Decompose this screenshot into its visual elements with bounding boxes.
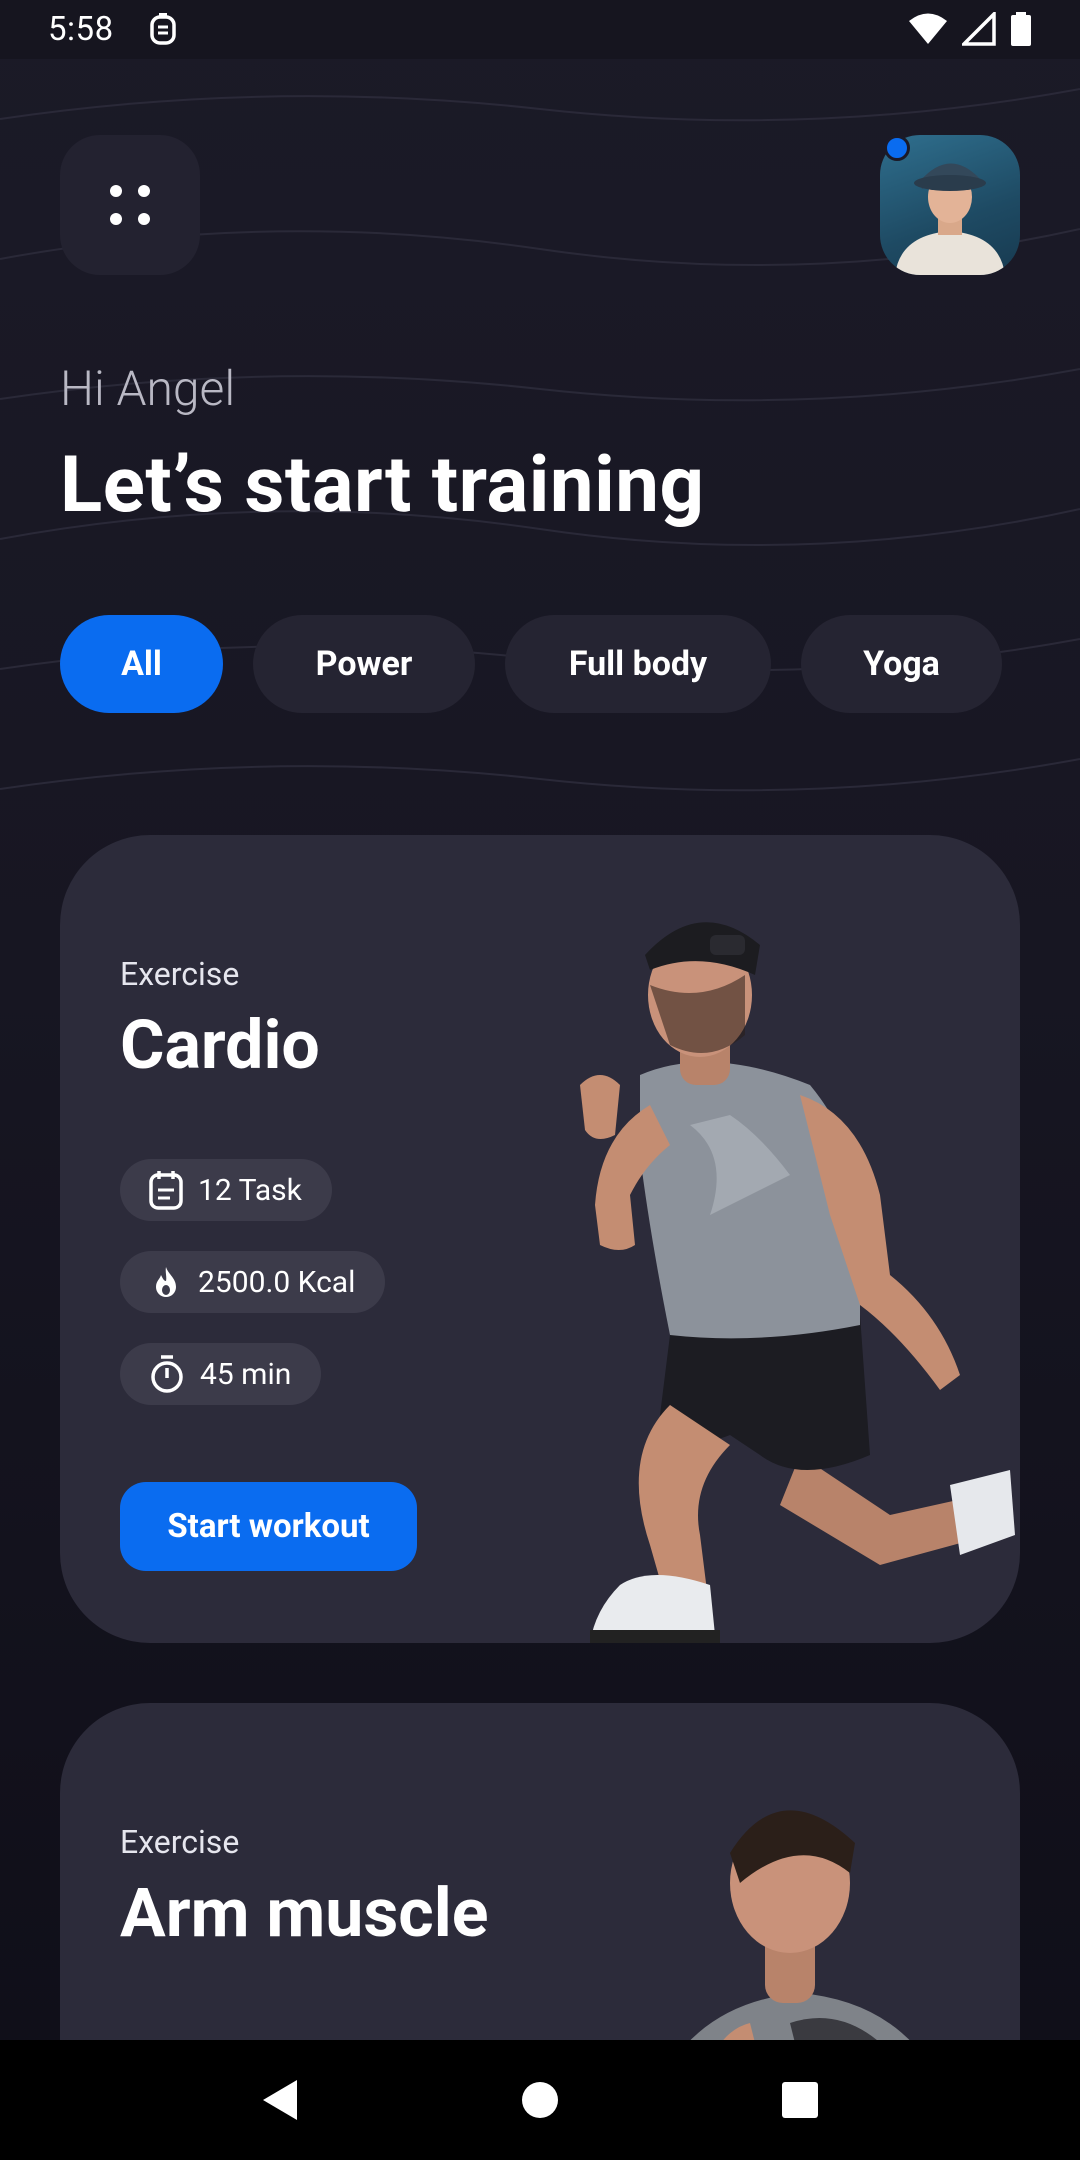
status-bar: 5:58 [0, 0, 1080, 59]
back-button[interactable] [240, 2060, 320, 2140]
filter-chip-yoga[interactable]: Yoga [801, 615, 1002, 713]
wifi-icon [909, 13, 947, 44]
menu-button[interactable] [60, 135, 200, 275]
debug-app-icon [149, 12, 176, 45]
stat-duration: 45 min [120, 1343, 322, 1405]
profile-avatar-button[interactable] [880, 135, 1020, 275]
system-navigation-bar [0, 2040, 1080, 2160]
start-workout-button[interactable]: Start workout [120, 1482, 417, 1571]
card-label: Exercise [120, 1823, 240, 1861]
greeting: Hi Angel [60, 360, 236, 417]
stat-calories: 2500.0 Kcal [120, 1251, 386, 1313]
category-filters: All Power Full body Yoga [60, 615, 1002, 713]
recents-icon [782, 2082, 818, 2118]
notification-dot [884, 135, 910, 161]
stat-text: 45 min [200, 1356, 292, 1392]
flame-icon [156, 1267, 176, 1297]
filter-chip-full-body[interactable]: Full body [505, 615, 771, 713]
home-icon [522, 2082, 558, 2118]
stat-tasks: 12 Task [120, 1159, 332, 1221]
back-icon [263, 2080, 297, 2120]
home-screen: 5:58 Hi Angel Let’s start training All P… [0, 0, 1080, 2160]
calendar-task-icon [149, 1171, 183, 1210]
cardio-athlete-image [580, 922, 1015, 1643]
grid-dots-icon [110, 185, 150, 225]
status-icons [908, 12, 1032, 46]
filter-chip-power[interactable]: Power [253, 615, 475, 713]
stat-text: 2500.0 Kcal [198, 1264, 356, 1300]
card-title: Arm muscle [120, 1873, 489, 1953]
workout-card-cardio[interactable]: Exercise Cardio 12 Task 2500.0 Kcal 45 m… [60, 835, 1020, 1643]
signal-icon [962, 12, 996, 46]
stopwatch-icon [151, 1355, 183, 1393]
home-button[interactable] [500, 2060, 580, 2140]
page-title: Let’s start training [60, 440, 705, 531]
status-time: 5:58 [48, 10, 114, 49]
stat-text: 12 Task [198, 1172, 302, 1208]
filter-chip-all[interactable]: All [60, 615, 223, 713]
battery-icon [1011, 12, 1031, 46]
recents-button[interactable] [760, 2060, 840, 2140]
card-label: Exercise [120, 955, 240, 993]
card-title: Cardio [120, 1005, 320, 1085]
